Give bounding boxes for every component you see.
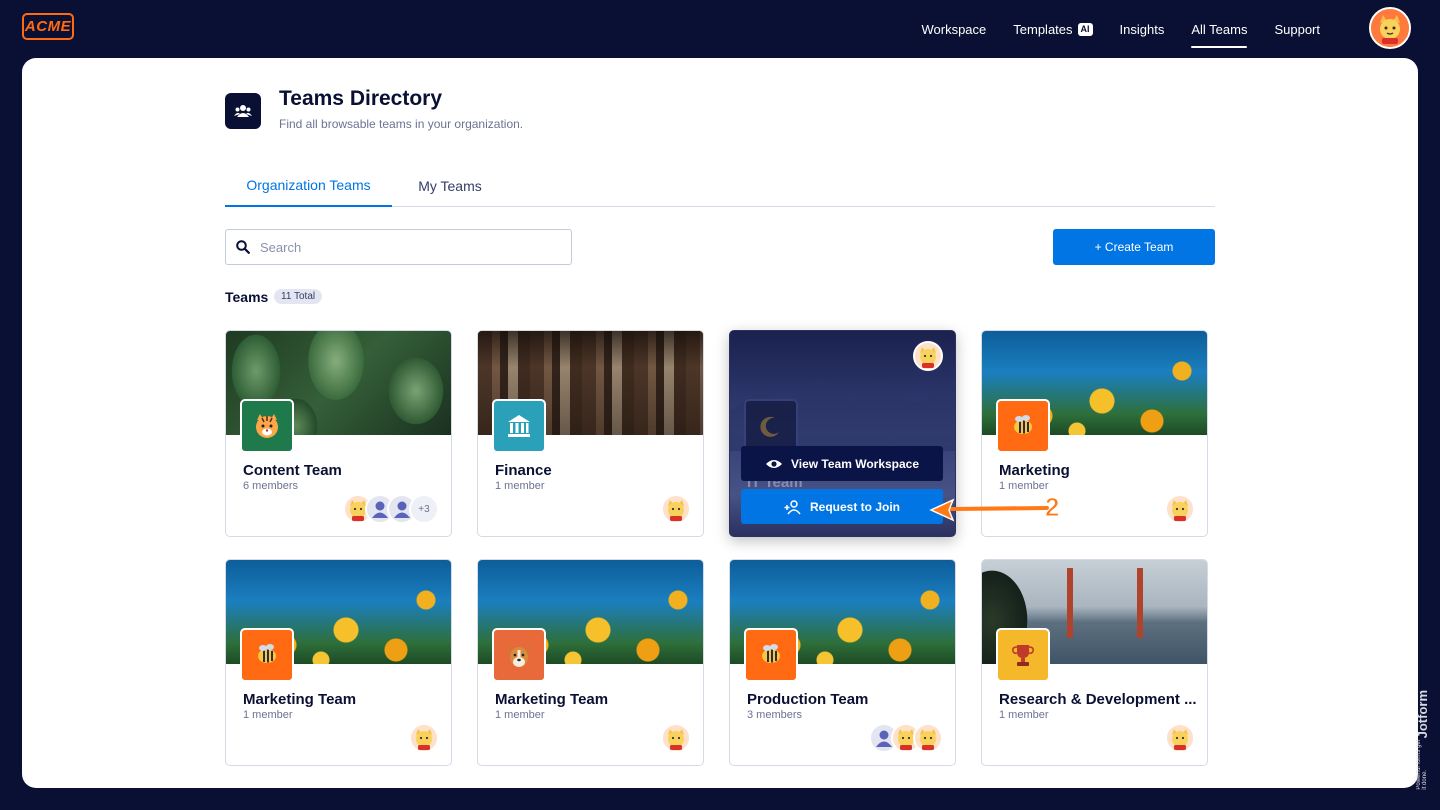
- page-title: Teams Directory: [279, 87, 443, 110]
- team-card-marketing-team[interactable]: Marketing Team 1 member: [225, 559, 452, 766]
- jotform-watermark: Jotform Powerful forms get it done.: [1414, 690, 1430, 790]
- view-team-workspace-button[interactable]: View Team Workspace: [741, 446, 943, 481]
- team-member-count: 1 member: [243, 709, 293, 721]
- member-avatars: [1165, 723, 1195, 753]
- team-member-count: 1 member: [999, 480, 1049, 492]
- annotation-arrow-icon: [929, 498, 1049, 522]
- bee-icon: [744, 628, 798, 682]
- cat-avatar-icon: [1165, 494, 1195, 524]
- teams-icon: [225, 93, 261, 129]
- bee-icon: [996, 399, 1050, 453]
- team-member-count: 1 member: [495, 480, 545, 492]
- user-avatar[interactable]: [1369, 7, 1411, 49]
- top-navbar: ACME Workspace Templates AI Insights All …: [0, 0, 1440, 58]
- page-subtitle: Find all browsable teams in your organiz…: [279, 117, 524, 131]
- eye-icon: [765, 459, 782, 468]
- moon-icon: [744, 399, 798, 453]
- tab-my-teams[interactable]: My Teams: [398, 164, 502, 207]
- cat-avatar-icon: [409, 723, 439, 753]
- dog-icon: [492, 628, 546, 682]
- member-avatars: [409, 723, 439, 753]
- tab-bar: Organization Teams My Teams: [225, 164, 1215, 207]
- search-input[interactable]: [260, 239, 550, 255]
- team-name: Finance: [495, 462, 552, 479]
- member-avatars: [1165, 494, 1195, 524]
- team-name: Marketing Team: [495, 691, 609, 708]
- bank-icon: [492, 399, 546, 453]
- nav-templates[interactable]: Templates AI: [1013, 0, 1093, 58]
- nav-all-teams[interactable]: All Teams: [1191, 0, 1248, 58]
- search-box: [225, 229, 572, 265]
- main-panel: Teams Directory Find all browsable teams…: [22, 58, 1418, 788]
- nav-insights[interactable]: Insights: [1120, 0, 1165, 58]
- member-avatars: [661, 723, 691, 753]
- member-avatars: +3: [343, 494, 439, 524]
- acme-logo[interactable]: ACME: [22, 13, 74, 40]
- team-name: Marketing: [999, 462, 1070, 479]
- main-nav: Workspace Templates AI Insights All Teams…: [921, 0, 1320, 58]
- add-user-icon: [784, 499, 801, 514]
- request-to-join-button[interactable]: Request to Join: [741, 489, 943, 524]
- teams-section-label: Teams: [225, 289, 269, 305]
- more-members-badge: +3: [409, 494, 439, 524]
- team-name: Research & Development ...: [999, 691, 1197, 708]
- team-card-production-team[interactable]: Production Team 3 members: [729, 559, 956, 766]
- team-card-content-team[interactable]: Content Team 6 members +3: [225, 330, 452, 537]
- trophy-icon: [996, 628, 1050, 682]
- cat-avatar-icon: [913, 723, 943, 753]
- bee-icon: [240, 628, 294, 682]
- create-team-button[interactable]: + Create Team: [1053, 229, 1215, 265]
- cat-avatar-icon: [913, 341, 943, 371]
- search-icon: [236, 240, 250, 254]
- team-card-research-development[interactable]: Research & Development ... 1 member: [981, 559, 1208, 766]
- cat-avatar-icon: [1165, 723, 1195, 753]
- team-name: Marketing Team: [243, 691, 357, 708]
- cat-avatar-icon: [661, 494, 691, 524]
- member-avatars: [869, 723, 943, 753]
- tiger-icon: [240, 399, 294, 453]
- tab-organization-teams[interactable]: Organization Teams: [225, 164, 392, 207]
- cat-avatar-icon: [1371, 9, 1409, 47]
- team-card-it-team[interactable]: IT Team View Team Workspace Request to J…: [729, 330, 956, 537]
- team-member-count: 1 member: [999, 709, 1049, 721]
- ai-badge: AI: [1077, 22, 1093, 36]
- team-member-count: 1 member: [495, 709, 545, 721]
- member-avatars: [661, 494, 691, 524]
- nav-support[interactable]: Support: [1274, 0, 1320, 58]
- teams-count-badge: 11 Total: [274, 289, 323, 304]
- team-card-finance[interactable]: Finance 1 member: [477, 330, 704, 537]
- annotation-step-number: 2: [1044, 492, 1060, 523]
- team-name: Content Team: [243, 462, 342, 479]
- team-name: Production Team: [747, 691, 869, 708]
- team-member-count: 6 members: [243, 480, 299, 492]
- team-member-count: 3 members: [747, 709, 803, 721]
- nav-workspace[interactable]: Workspace: [921, 0, 986, 58]
- cat-avatar-icon: [661, 723, 691, 753]
- team-card-marketing-team-2[interactable]: Marketing Team 1 member: [477, 559, 704, 766]
